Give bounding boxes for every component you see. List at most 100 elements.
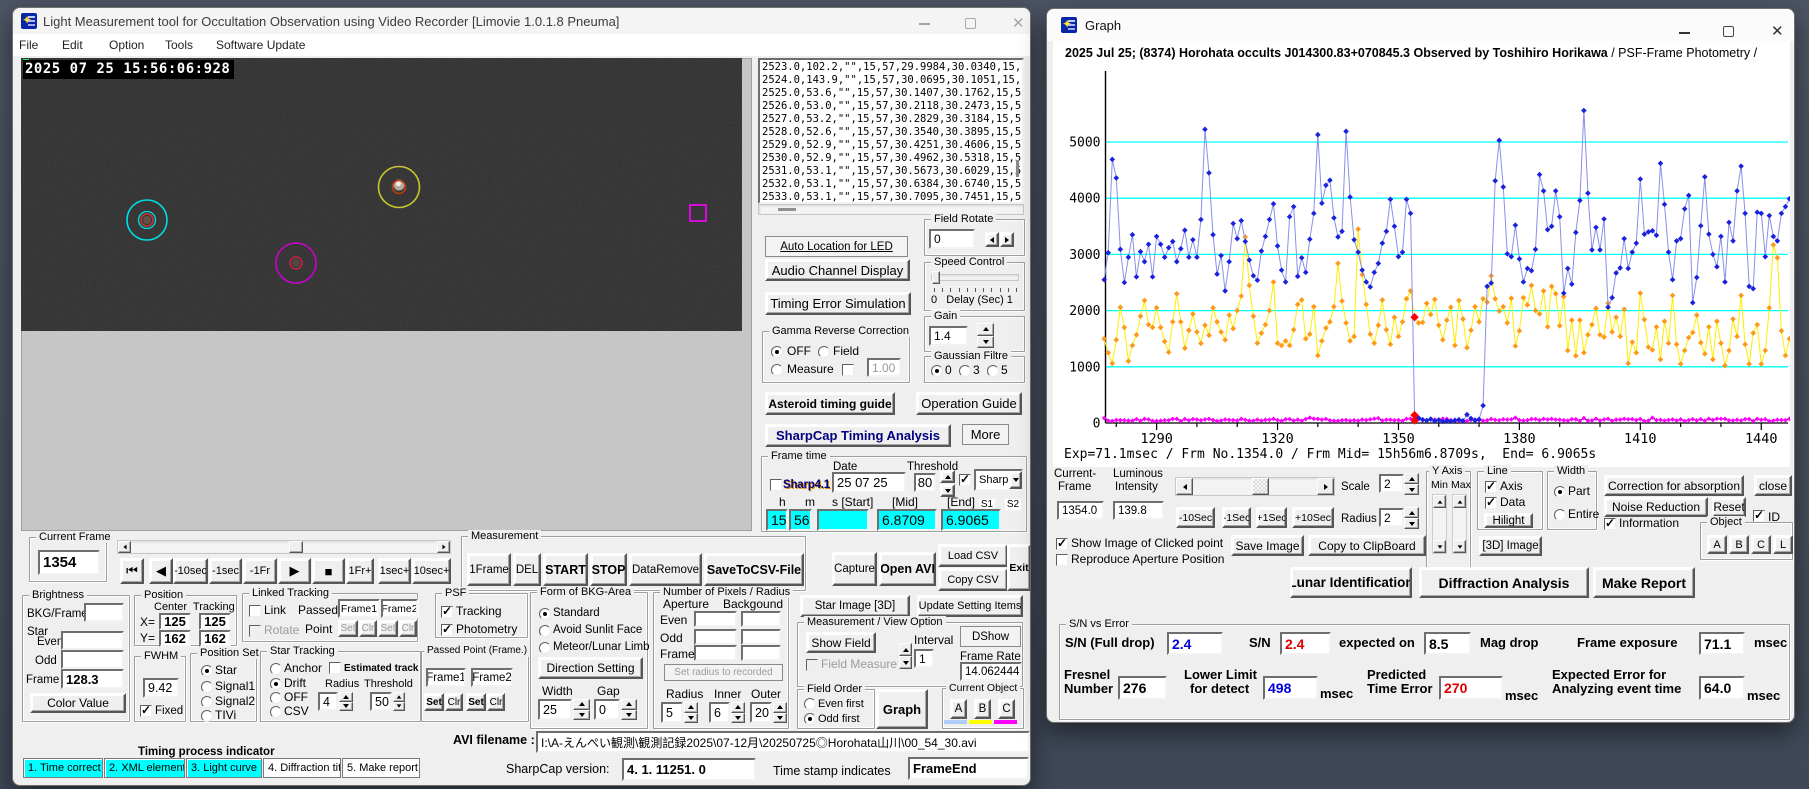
bkg-avoid-sunlit-radio[interactable] [539, 625, 551, 637]
spinner-button[interactable] [1404, 507, 1419, 518]
graph-back-1sec-button[interactable]: -1Sec [1222, 507, 1251, 528]
graph-object-b-button[interactable]: B [1729, 535, 1749, 554]
linked-set2-button[interactable]: Set [378, 620, 398, 637]
field-rotate-field[interactable]: 0 [929, 229, 975, 249]
graph-fwd-1sec-button[interactable]: +1Sec [1256, 507, 1287, 528]
spinner-button[interactable] [731, 702, 745, 713]
passed-set1-button[interactable]: Set [424, 693, 444, 711]
operation-guide-button[interactable]: Operation Guide [916, 392, 1022, 415]
graph-back-10sec-button[interactable]: -10Sec [1176, 507, 1215, 528]
measurement-stop-button[interactable]: STOP [590, 553, 627, 586]
psf-tracking-checkbox[interactable] [441, 606, 453, 618]
gaussian-0-radio[interactable] [931, 365, 943, 377]
measurement-save-csv-button[interactable]: SaveToCSV-File [704, 553, 804, 586]
pos-y-center[interactable]: 162 [159, 630, 191, 647]
position-set-signal1-radio[interactable] [201, 681, 213, 693]
pix-radius-spinner[interactable] [684, 702, 698, 723]
3d-image-button[interactable]: [3D] Image [1479, 536, 1542, 556]
second-mid-field[interactable]: 6.8709 [877, 509, 937, 531]
odd-first-radio[interactable] [804, 713, 816, 725]
object-c-button[interactable]: C [998, 699, 1015, 719]
passed-frame2-field[interactable]: Frame2 [471, 668, 513, 687]
load-csv-button[interactable]: Load CSV [938, 544, 1008, 567]
predicted-error-field[interactable]: 270 [1439, 676, 1503, 700]
close-icon[interactable]: ✕ [1012, 18, 1025, 30]
star-tracking-off-radio[interactable] [270, 692, 282, 704]
star-tracking-csv-radio[interactable] [270, 706, 282, 718]
bkg-gap-field[interactable]: 0 [594, 699, 620, 720]
auto-location-led-button[interactable]: Auto Location for LED [765, 236, 908, 257]
passed-clr2-button[interactable]: Clr [487, 693, 505, 711]
analyzing-error-field[interactable]: 64.0 [1699, 676, 1745, 700]
star-odd-field[interactable] [61, 650, 124, 669]
video-frame[interactable] [21, 58, 742, 331]
linked-clr1-button[interactable]: Clr [359, 620, 377, 637]
bkg-meteor-limb-radio[interactable] [539, 642, 551, 654]
copy-csv-button[interactable]: Copy CSV [938, 568, 1008, 591]
menu-file[interactable]: File [19, 34, 38, 56]
line-axis-checkbox[interactable] [1485, 481, 1497, 493]
hilight-button[interactable]: Hilight [1484, 513, 1533, 528]
spinner-button[interactable] [1404, 473, 1419, 484]
pix-even-aperture[interactable] [694, 611, 737, 627]
frame-exposure-field[interactable]: 71.1 [1699, 632, 1745, 655]
track-radius-field[interactable]: 4 [318, 692, 338, 711]
graph-close-icon[interactable]: ✕ [1771, 26, 1784, 38]
audio-channel-button[interactable]: Audio Channel Display [765, 259, 910, 281]
graph-close-button[interactable]: close [1754, 475, 1792, 496]
copy-clipboard-button[interactable]: Copy to ClipBoard [1308, 535, 1426, 556]
transport-back-1sec-button[interactable]: -1sec [209, 558, 242, 584]
linked-frame1-field[interactable]: Frame1 [338, 599, 380, 618]
minimize-icon[interactable] [919, 23, 930, 25]
object-b-button[interactable]: B [974, 699, 991, 719]
frame-scroll-left[interactable] [118, 541, 131, 553]
bkg-standard-radio[interactable] [539, 608, 551, 620]
bkg-frame-field[interactable] [84, 603, 124, 622]
hour-field[interactable]: 15 [766, 509, 788, 531]
frame-scroll-thumb[interactable] [289, 541, 303, 553]
timing-step-5[interactable]: 5. Make report [342, 758, 420, 778]
track-radius-spinner[interactable] [339, 692, 353, 711]
make-report-button[interactable]: Make Report [1593, 567, 1695, 598]
lunar-identification-button[interactable]: Lunar Identification [1290, 567, 1412, 598]
gain-spinner[interactable] [977, 323, 994, 348]
maximize-icon[interactable] [965, 18, 976, 29]
light-curve-plot[interactable]: 0100020003000400050001290132013501380141… [1053, 41, 1790, 467]
width-part-radio[interactable] [1554, 486, 1566, 498]
minute-field[interactable]: 56 [789, 509, 812, 531]
position-set-tivi-radio[interactable] [201, 710, 213, 722]
graph-scroll-right[interactable] [1317, 478, 1334, 495]
transport-back-10sec-button[interactable]: -10sec [173, 558, 208, 584]
direction-setting-button[interactable]: Direction Setting [538, 657, 643, 679]
graph-fwd-10sec-button[interactable]: +10Sec [1292, 507, 1334, 528]
show-image-checkbox[interactable] [1056, 538, 1068, 550]
dshow-button[interactable]: DShow [960, 626, 1021, 647]
graph-title-bar[interactable]: Graph ✕ [1047, 9, 1794, 41]
estimated-track-checkbox[interactable] [329, 662, 341, 674]
pix-frame-background[interactable] [741, 645, 781, 661]
graph-scroll-left[interactable] [1176, 478, 1193, 495]
line-data-checkbox[interactable] [1485, 497, 1497, 509]
update-settings-button[interactable]: Update Setting Items [917, 595, 1023, 617]
expected-on-field[interactable]: 8.5 [1424, 632, 1471, 655]
passed-frame1-field[interactable]: Frame1 [426, 668, 466, 687]
transport-stop-button[interactable]: ■ [312, 558, 345, 584]
graph-minimize-icon[interactable] [1679, 32, 1690, 34]
date-field[interactable]: 25 07 25 [832, 472, 906, 493]
spinner-button[interactable] [684, 713, 698, 724]
spinner-button[interactable] [773, 713, 787, 724]
spinner-button[interactable] [339, 702, 353, 712]
pix-inner-spinner[interactable] [731, 702, 745, 723]
color-value-button[interactable]: Color Value [30, 693, 126, 713]
second-end-field[interactable]: 6.9065 [941, 509, 1001, 531]
spinner-button[interactable] [339, 692, 353, 702]
second-start-field[interactable] [817, 509, 869, 531]
pix-outer-spinner[interactable] [773, 702, 787, 723]
spinner-button[interactable] [573, 699, 590, 710]
sharpcap-version-field[interactable]: 4. 1. 11251. 0 [622, 758, 756, 781]
graph-scrollbar[interactable] [1175, 477, 1335, 496]
correction-absorption-button[interactable]: Correction for absorption [1604, 475, 1744, 496]
field-rotate-left-button[interactable] [985, 232, 999, 247]
sharpcap-analysis-button[interactable]: SharpCap Timing Analysis [765, 424, 951, 447]
sn-full-drop-field[interactable]: 2.4 [1167, 632, 1223, 655]
